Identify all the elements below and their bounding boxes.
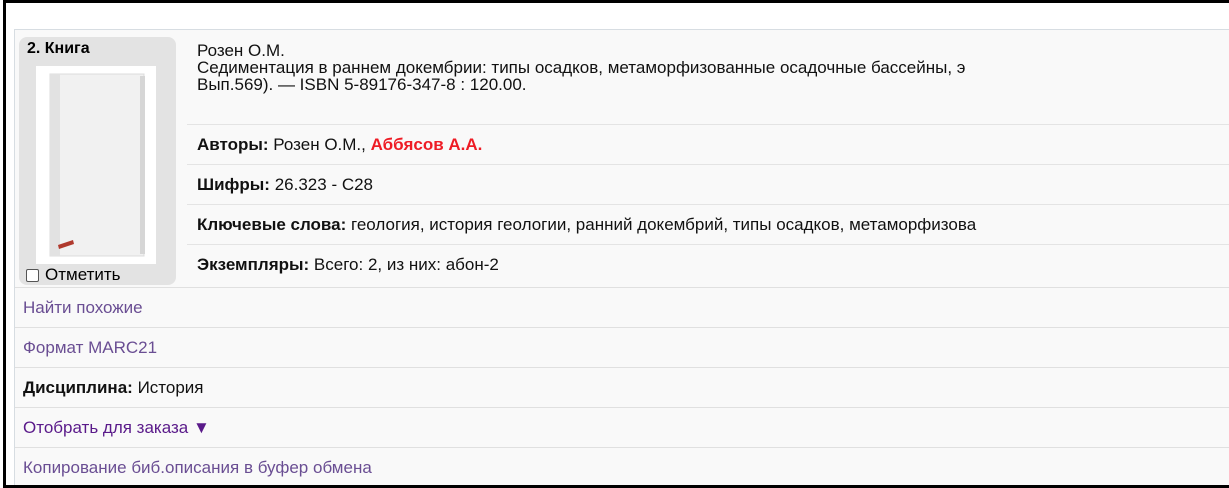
mark-checkbox[interactable] [26, 268, 39, 282]
find-similar-row: Найти похожие [15, 287, 1229, 327]
description-line-1: Розен О.М. [197, 41, 285, 60]
triangle-down-icon: ▼ [193, 418, 210, 437]
codes-label: Шифры: [197, 175, 270, 194]
author-highlighted: Аббясов А.А. [370, 135, 483, 154]
copy-description-row: Копирование биб.описания в буфер обмена [15, 447, 1229, 485]
record-actions: Найти похожие Формат MARC21 Дисциплина: … [15, 287, 1229, 485]
keywords-value: геология, история геологии, ранний докем… [351, 215, 977, 234]
discipline-value: История [137, 378, 204, 397]
codes-value: 26.323 - С28 [274, 175, 374, 194]
author-primary: Розен О.М., [273, 135, 366, 154]
copies-value: Всего: 2, из них: абон-2 [313, 255, 499, 274]
marc-format-link[interactable]: Формат MARC21 [23, 338, 157, 357]
content-frame: 2. Книга Отметить Розен О.М. Седиментаци… [3, 0, 1229, 488]
order-select-label: Отобрать для заказа [23, 418, 189, 437]
book-record: 2. Книга Отметить Розен О.М. Седиментаци… [14, 29, 1229, 485]
record-details: Розен О.М. Седиментация в раннем докембр… [187, 37, 1229, 285]
bibliographic-description: Розен О.М. Седиментация в раннем докембр… [187, 37, 1229, 125]
copies-row: Экземпляры: Всего: 2, из них: абон-2 [187, 245, 1229, 285]
mark-control[interactable]: Отметить [26, 265, 121, 285]
copy-description-link[interactable]: Копирование биб.описания в буфер обмена [23, 458, 372, 477]
discipline-row: Дисциплина: История [15, 367, 1229, 407]
discipline-label: Дисциплина: [23, 378, 133, 397]
codes-row: Шифры: 26.323 - С28 [187, 165, 1229, 205]
cover-cell: 2. Книга Отметить [19, 37, 176, 285]
description-line-3: Вып.569). — ISBN 5-89176-347-8 : 120.00. [197, 75, 527, 94]
order-row: Отобрать для заказа ▼ [15, 407, 1229, 447]
mark-label: Отметить [45, 265, 121, 284]
book-cover-icon [36, 66, 156, 264]
order-select-link[interactable]: Отобрать для заказа ▼ [23, 418, 210, 437]
description-line-2: Седиментация в раннем докембрии: типы ос… [197, 58, 966, 77]
keywords-row: Ключевые слова: геология, история геолог… [187, 205, 1229, 245]
keywords-label: Ключевые слова: [197, 215, 347, 234]
record-number: 2. Книга [27, 40, 90, 57]
authors-row: Авторы: Розен О.М., Аббясов А.А. [187, 125, 1229, 165]
find-similar-link[interactable]: Найти похожие [23, 298, 143, 317]
copies-label: Экземпляры: [197, 255, 310, 274]
authors-label: Авторы: [197, 135, 269, 154]
marc-format-row: Формат MARC21 [15, 327, 1229, 367]
